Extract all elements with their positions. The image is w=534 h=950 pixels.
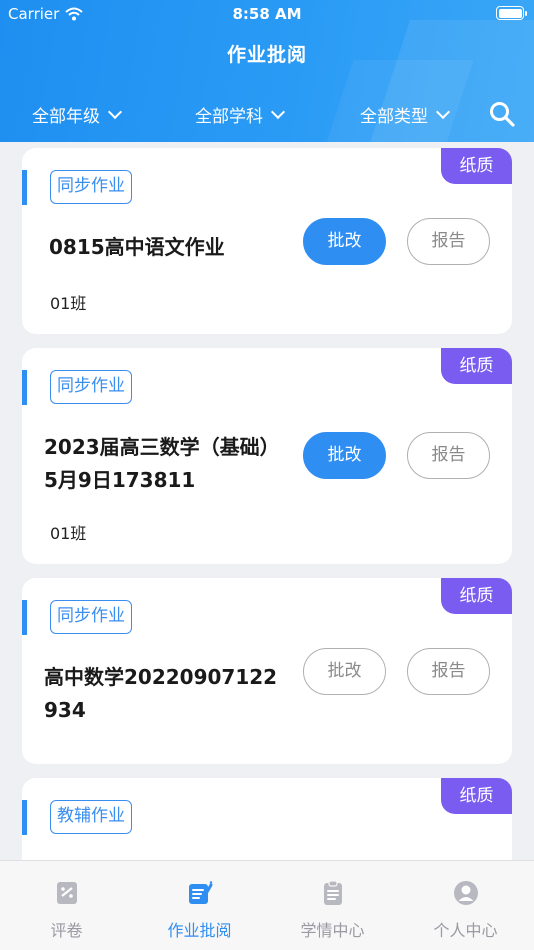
paper-badge: 纸质 <box>441 578 512 614</box>
battery-icon <box>496 6 527 20</box>
assignment-card[interactable]: 同步作业 纸质 高中数学20220907122934 批改 报告 <box>22 578 512 764</box>
accent-bar <box>22 800 27 835</box>
header: Carrier 8:58 AM 作业批阅 全部年级 全部学科 全部类型 <box>0 0 534 142</box>
assignment-name: 高中数学20220907122934 <box>44 665 278 722</box>
homework-edit-icon <box>188 881 212 904</box>
accent-bar <box>22 600 27 635</box>
chevron-down-icon <box>270 104 286 120</box>
type-filter-label: 全部类型 <box>360 107 428 127</box>
grade-filter-label: 全部年级 <box>32 107 100 127</box>
chevron-down-icon <box>435 104 451 120</box>
assignment-list[interactable]: 同步作业 纸质 0815高中语文作业 01班 批改 报告 同步作业 纸质 202… <box>0 142 534 860</box>
tab-label: 作业批阅 <box>167 921 232 940</box>
class-label: 01班 <box>50 524 87 543</box>
paper-grade-icon <box>56 882 77 904</box>
class-label: 01班 <box>50 294 87 313</box>
report-button[interactable]: 报告 <box>407 432 490 479</box>
tab-label: 学情中心 <box>300 921 365 940</box>
assignment-name: 2023届高三数学（基础）5月9日173811 <box>44 435 280 492</box>
grade-button[interactable]: 批改 <box>303 648 386 695</box>
grade-filter[interactable]: 全部年级 <box>32 102 123 127</box>
subject-filter[interactable]: 全部学科 <box>195 102 286 127</box>
paper-badge: 纸质 <box>441 148 512 184</box>
chevron-down-icon <box>107 104 123 120</box>
user-icon <box>453 881 478 905</box>
grade-button[interactable]: 批改 <box>303 218 386 265</box>
report-button[interactable]: 报告 <box>407 218 490 265</box>
accent-bar <box>22 170 27 205</box>
status-bar: Carrier 8:58 AM <box>0 0 534 28</box>
paper-badge: 纸质 <box>441 778 512 814</box>
filter-bar: 全部年级 全部学科 全部类型 <box>0 96 534 132</box>
assignment-card[interactable]: 同步作业 纸质 0815高中语文作业 01班 批改 报告 <box>22 148 512 334</box>
tab-grading[interactable]: 评卷 <box>0 861 133 950</box>
tab-label: 个人中心 <box>433 921 498 940</box>
assignment-card[interactable]: 教辅作业 纸质 <box>22 778 512 860</box>
paper-badge: 纸质 <box>441 348 512 384</box>
tab-label: 评卷 <box>50 921 83 940</box>
assignment-type-tag: 同步作业 <box>50 370 132 404</box>
tab-homework-review[interactable]: 作业批阅 <box>133 861 266 950</box>
tab-personal-center[interactable]: 个人中心 <box>399 861 532 950</box>
report-button[interactable]: 报告 <box>407 648 490 695</box>
assignment-type-tag: 同步作业 <box>50 170 132 204</box>
grade-button[interactable]: 批改 <box>303 432 386 479</box>
assignment-type-tag: 同步作业 <box>50 600 132 634</box>
search-icon[interactable] <box>488 100 516 128</box>
assignment-card[interactable]: 同步作业 纸质 2023届高三数学（基础）5月9日173811 01班 批改 报… <box>22 348 512 564</box>
clock: 8:58 AM <box>232 5 302 23</box>
clipboard-icon <box>323 880 342 905</box>
tab-learning-center[interactable]: 学情中心 <box>266 861 399 950</box>
assignment-name: 0815高中语文作业 <box>49 235 225 259</box>
page-title: 作业批阅 <box>226 44 307 66</box>
assignment-type-tag: 教辅作业 <box>50 800 132 834</box>
subject-filter-label: 全部学科 <box>195 107 263 127</box>
tab-bar: 评卷 作业批阅 学情中心 个人中心 <box>0 860 534 950</box>
accent-bar <box>22 370 27 405</box>
type-filter[interactable]: 全部类型 <box>360 102 451 127</box>
